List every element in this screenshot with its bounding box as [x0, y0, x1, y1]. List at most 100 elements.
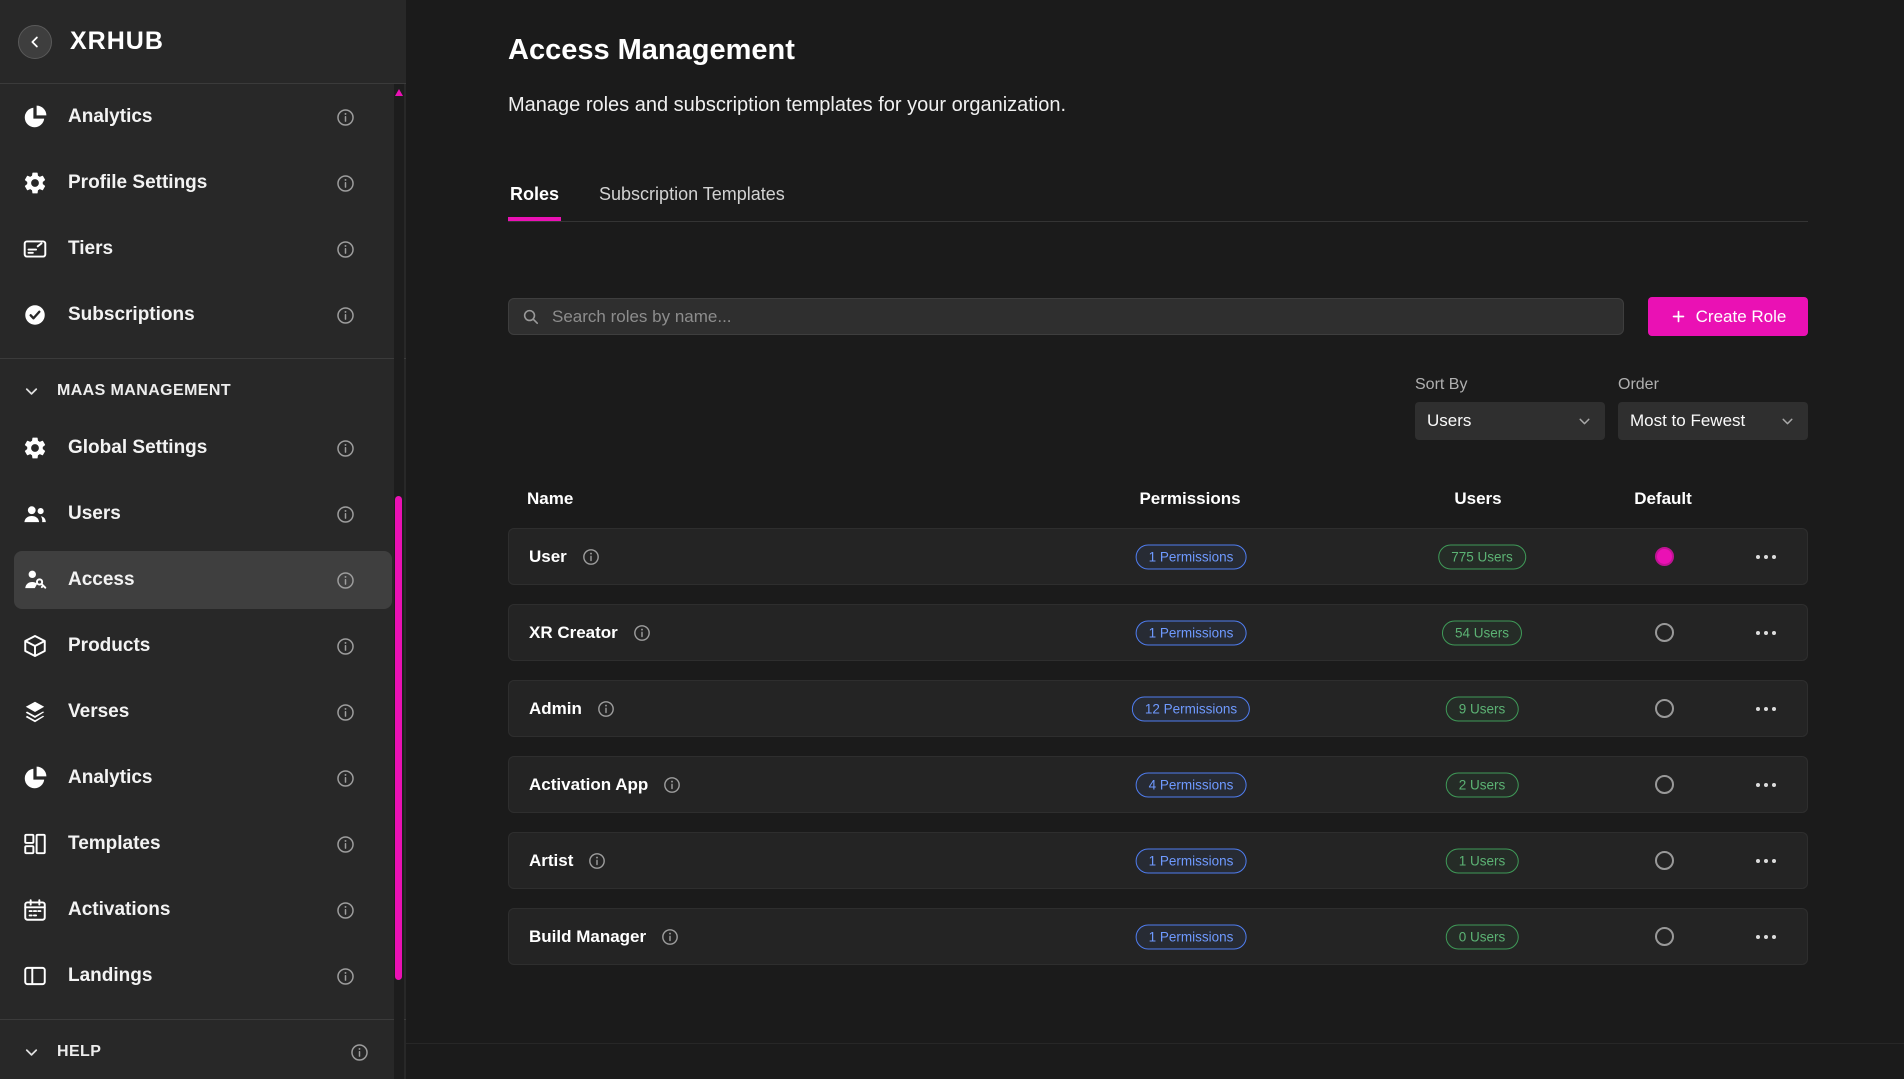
sidebar-item-profile-settings[interactable]: Profile Settings	[14, 154, 392, 212]
info-icon[interactable]	[335, 570, 356, 591]
chevron-down-icon	[1779, 413, 1796, 430]
sidebar-section-help[interactable]: HELP	[0, 1032, 406, 1072]
radio-unchecked-icon	[1655, 623, 1674, 642]
sidebar-item-label: Analytics	[68, 767, 152, 789]
info-icon[interactable]	[335, 702, 356, 723]
analytics-icon	[22, 104, 48, 130]
permissions-badge[interactable]: 1 Permissions	[1136, 924, 1247, 949]
default-radio[interactable]	[1650, 923, 1678, 951]
info-icon[interactable]	[335, 900, 356, 921]
info-icon[interactable]	[335, 768, 356, 789]
column-header-users: Users	[1454, 489, 1501, 509]
row-menu-button[interactable]	[1749, 768, 1783, 802]
permissions-badge[interactable]: 12 Permissions	[1132, 696, 1250, 721]
create-role-button[interactable]: Create Role	[1648, 297, 1808, 336]
default-radio[interactable]	[1650, 771, 1678, 799]
info-icon[interactable]	[335, 636, 356, 657]
sidebar-item-subscriptions[interactable]: Subscriptions	[14, 286, 392, 344]
tab-subscription-templates[interactable]: Subscription Templates	[597, 176, 787, 221]
bottom-divider	[406, 1043, 1904, 1044]
info-icon[interactable]	[335, 966, 356, 987]
sidebar-item-global-settings[interactable]: Global Settings	[14, 419, 392, 477]
info-icon[interactable]	[335, 305, 356, 326]
back-button[interactable]	[18, 25, 52, 59]
sidebar-item-activations[interactable]: Activations	[14, 881, 392, 939]
permissions-badge[interactable]: 1 Permissions	[1136, 848, 1247, 873]
info-icon[interactable]	[335, 834, 356, 855]
radio-unchecked-icon	[1655, 927, 1674, 946]
role-name-cell: XR Creator	[529, 605, 652, 660]
row-menu-button[interactable]	[1749, 844, 1783, 878]
search-icon	[521, 307, 540, 326]
sidebar-item-analytics[interactable]: Analytics	[14, 749, 392, 807]
default-radio[interactable]	[1650, 695, 1678, 723]
users-badge[interactable]: 775 Users	[1438, 544, 1526, 569]
permissions-badge[interactable]: 1 Permissions	[1136, 544, 1247, 569]
sidebar-item-templates[interactable]: Templates	[14, 815, 392, 873]
search-box	[508, 298, 1624, 335]
permissions-badge[interactable]: 1 Permissions	[1136, 620, 1247, 645]
users-badge[interactable]: 9 Users	[1446, 696, 1519, 721]
row-menu-button[interactable]	[1749, 616, 1783, 650]
landings-icon	[22, 963, 48, 989]
info-icon[interactable]	[335, 438, 356, 459]
sidebar-item-verses[interactable]: Verses	[14, 683, 392, 741]
sidebar-item-label: Activations	[68, 899, 170, 921]
order-select[interactable]: Most to Fewest	[1618, 402, 1808, 440]
templates-icon	[22, 831, 48, 857]
info-icon[interactable]	[660, 927, 680, 947]
users-badge[interactable]: 1 Users	[1446, 848, 1519, 873]
search-input[interactable]	[550, 306, 1611, 328]
default-radio[interactable]	[1650, 619, 1678, 647]
row-menu-button[interactable]	[1749, 540, 1783, 574]
default-radio[interactable]	[1650, 847, 1678, 875]
info-icon[interactable]	[349, 1042, 370, 1063]
page-title: Access Management	[508, 34, 795, 67]
info-icon[interactable]	[335, 239, 356, 260]
sidebar-item-products[interactable]: Products	[14, 617, 392, 675]
row-menu-button[interactable]	[1749, 692, 1783, 726]
info-icon[interactable]	[632, 623, 652, 643]
role-name-cell: Admin	[529, 681, 616, 736]
info-icon[interactable]	[587, 851, 607, 871]
tiers-icon	[22, 236, 48, 262]
tab-roles[interactable]: Roles	[508, 176, 561, 221]
users-badge[interactable]: 0 Users	[1446, 924, 1519, 949]
info-icon[interactable]	[596, 699, 616, 719]
sort-by-select[interactable]: Users	[1415, 402, 1605, 440]
info-icon[interactable]	[335, 504, 356, 525]
gear-icon	[22, 435, 48, 461]
sidebar-section-maas-management[interactable]: MAAS MANAGEMENT	[0, 371, 406, 411]
info-icon[interactable]	[581, 547, 601, 567]
sidebar-item-users[interactable]: Users	[14, 485, 392, 543]
chevron-down-icon	[1576, 413, 1593, 430]
sidebar-maas-nav: Global Settings Users Access Products Verses…	[0, 419, 406, 1005]
sidebar-scrollbar-thumb[interactable]	[395, 496, 402, 980]
sidebar-item-label: Products	[68, 635, 150, 657]
sidebar-item-tiers[interactable]: Tiers	[14, 220, 392, 278]
sidebar-item-analytics[interactable]: Analytics	[14, 88, 392, 146]
sidebar-item-landings[interactable]: Landings	[14, 947, 392, 1005]
permissions-badge[interactable]: 4 Permissions	[1136, 772, 1247, 797]
chevron-down-icon	[22, 1043, 41, 1062]
info-icon[interactable]	[662, 775, 682, 795]
info-icon[interactable]	[335, 107, 356, 128]
sidebar-item-label: Tiers	[68, 238, 113, 260]
access-icon	[22, 567, 48, 593]
sidebar-section-label: MAAS MANAGEMENT	[57, 382, 231, 400]
role-name: Admin	[529, 699, 582, 719]
role-name: Artist	[529, 851, 573, 871]
row-menu-button[interactable]	[1749, 920, 1783, 954]
main-content: Access Management Manage roles and subsc…	[406, 0, 1904, 1079]
default-radio[interactable]	[1650, 543, 1678, 571]
ellipsis-icon	[1764, 783, 1768, 787]
scroll-up-arrow-icon[interactable]	[395, 89, 403, 96]
sidebar-scrollbar[interactable]	[394, 84, 404, 1079]
radio-unchecked-icon	[1655, 699, 1674, 718]
info-icon[interactable]	[335, 173, 356, 194]
create-role-label: Create Role	[1696, 307, 1787, 327]
users-badge[interactable]: 2 Users	[1446, 772, 1519, 797]
sidebar-item-access[interactable]: Access	[14, 551, 392, 609]
app-title: XRHUB	[70, 27, 164, 56]
users-badge[interactable]: 54 Users	[1442, 620, 1522, 645]
